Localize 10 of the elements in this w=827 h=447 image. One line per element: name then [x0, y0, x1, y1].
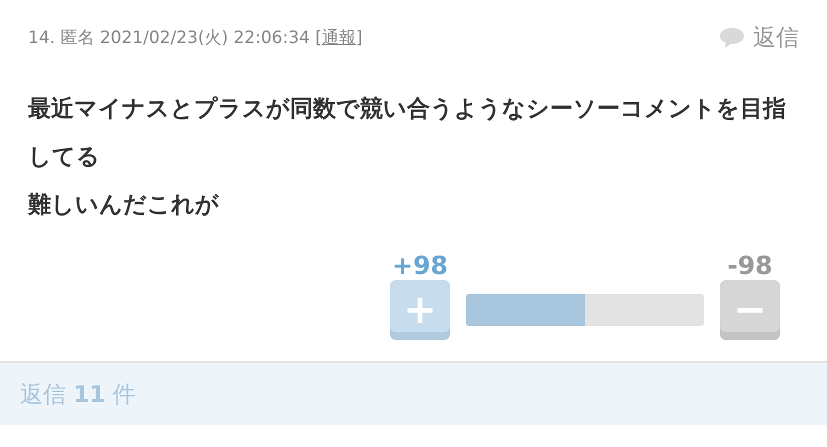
minus-count: -98	[727, 251, 773, 280]
comment-text: 最近マイナスとプラスが同数で競い合うようなシーソーコメントを目指してる 難しいんだこれが	[28, 95, 787, 220]
reply-button[interactable]: 返信	[719, 22, 799, 53]
plus-button[interactable]: +	[390, 280, 450, 340]
speech-bubble-icon	[719, 26, 745, 48]
replies-link[interactable]: 返信 11 件	[20, 378, 136, 410]
minus-button[interactable]: −	[720, 280, 780, 340]
report-link[interactable]: 通報	[322, 28, 356, 48]
comment-meta: 14. 匿名 2021/02/23(火) 22:06:34 [通報]	[28, 27, 363, 49]
plus-count: +98	[392, 251, 448, 280]
